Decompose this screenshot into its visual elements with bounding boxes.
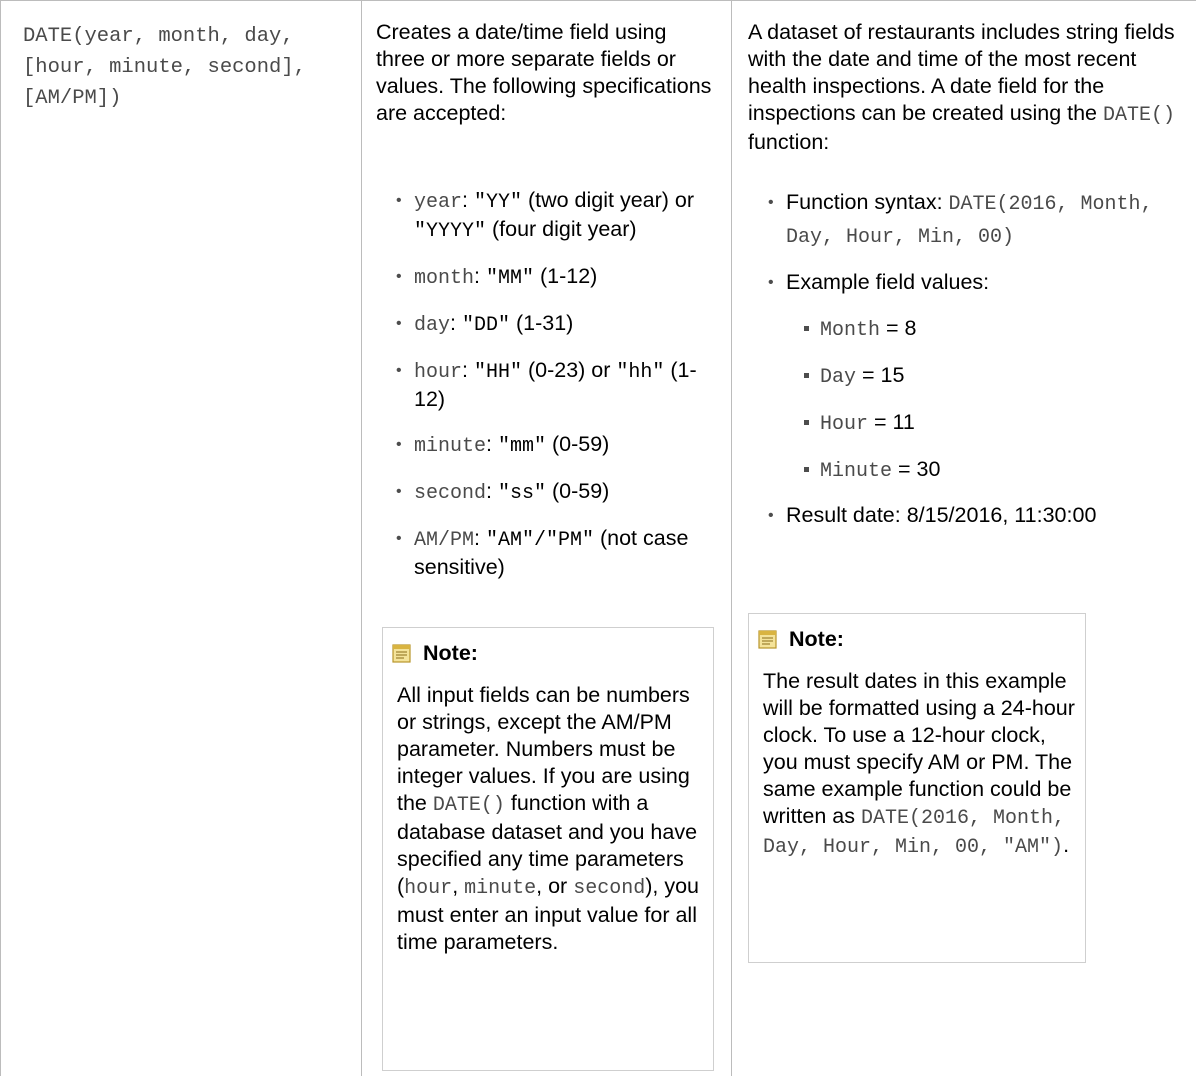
note-code: second: [573, 877, 646, 900]
spec-v1: "mm": [497, 435, 546, 458]
spec-v1: "AM"/"PM": [485, 529, 594, 552]
example-cell: A dataset of restaurants includes string…: [732, 1, 1196, 1076]
spec-key: hour: [414, 361, 463, 384]
spec-v2: "hh": [616, 361, 665, 384]
field-value-item: Month = 8: [804, 312, 1184, 347]
field-eq: =: [856, 363, 881, 387]
note-text-part: .: [1063, 833, 1070, 857]
function-table-row: DATE(year, month, day, [hour, minute, se…: [0, 0, 1196, 1076]
spec-item: day: "DD" (1-31): [392, 310, 712, 339]
spec-key: AM/PM: [414, 529, 475, 552]
result-date: Result date: 8/15/2016, 11:30:00: [786, 503, 1097, 527]
example-intro-text: function:: [748, 130, 830, 154]
spec-key: second: [414, 482, 487, 505]
example-note: Note: The result dates in this example w…: [748, 613, 1086, 963]
values-label: Example field values:: [786, 270, 990, 294]
list-item: Function syntax: DATE(2016, Month, Day, …: [764, 187, 1184, 253]
spec-item: AM/PM: "AM"/"PM" (not case sensitive): [392, 525, 712, 581]
note-header: Note:: [757, 626, 844, 652]
spec-item: month: "MM" (1-12): [392, 263, 712, 292]
note-code: minute: [464, 877, 537, 900]
field-eq: =: [892, 457, 917, 481]
spec-sep: :: [462, 358, 474, 382]
spec-t1: (two digit year) or: [521, 188, 695, 212]
field-name: Hour: [820, 413, 869, 436]
spec-t1: (0-23) or: [521, 358, 617, 382]
spec-sep: :: [486, 432, 498, 456]
spec-sep: :: [474, 264, 486, 288]
example-intro: A dataset of restaurants includes string…: [748, 19, 1188, 156]
field-value-item: Minute = 30: [804, 453, 1184, 488]
note-text: All input fields can be numbers or strin…: [397, 682, 705, 956]
field-name: Month: [820, 319, 881, 342]
field-val: 8: [904, 316, 917, 340]
field-name: Day: [820, 366, 857, 389]
note-code: hour: [404, 877, 453, 900]
spec-item: hour: "HH" (0-23) or "hh" (1-12): [392, 357, 712, 413]
field-val: 30: [916, 457, 941, 481]
note-code: DATE(): [432, 794, 505, 817]
note-text-part: ,: [452, 874, 465, 898]
field-value-item: Day = 15: [804, 359, 1184, 394]
spec-t2: (four digit year): [486, 217, 637, 241]
spec-sep: :: [474, 526, 486, 550]
field-value-item: Hour = 11: [804, 406, 1184, 441]
spec-v1: "ss": [497, 482, 546, 505]
spec-key: minute: [414, 435, 487, 458]
note-title: Note:: [423, 641, 478, 665]
description-note: Note: All input fields can be numbers or…: [382, 627, 714, 1071]
example-intro-code: DATE(): [1102, 104, 1175, 127]
spec-t1: (1-31): [509, 311, 574, 335]
spec-v2: "YYYY": [414, 220, 487, 243]
description-cell: Creates a date/time field using three or…: [362, 1, 732, 1076]
syntax-label: Function syntax:: [786, 190, 949, 214]
spec-list: year: "YY" (two digit year) or "YYYY" (f…: [392, 187, 712, 599]
note-title: Note:: [789, 627, 844, 651]
spec-item: year: "YY" (two digit year) or "YYYY" (f…: [392, 187, 712, 245]
spec-item: second: "ss" (0-59): [392, 478, 712, 507]
spec-t1: (0-59): [545, 432, 610, 456]
spec-v1: "MM": [485, 267, 534, 290]
spec-v1: "YY": [473, 191, 522, 214]
spec-key: year: [414, 191, 463, 214]
spec-v1: "DD": [461, 314, 510, 337]
spec-sep: :: [462, 188, 474, 212]
note-text: The result dates in this example will be…: [763, 668, 1077, 861]
spec-sep: :: [450, 311, 462, 335]
note-icon: [758, 630, 777, 649]
field-name: Minute: [820, 460, 893, 483]
list-item: Result date: 8/15/2016, 11:30:00: [764, 502, 1184, 529]
values-list: Month = 8 Day = 15 Hour = 11 Minute = 30: [804, 312, 1184, 488]
syntax-cell: DATE(year, month, day, [hour, minute, se…: [0, 1, 362, 1076]
spec-key: day: [414, 314, 451, 337]
field-eq: =: [880, 316, 905, 340]
note-header: Note:: [391, 640, 478, 666]
note-text-part: The result dates in this example will be…: [763, 669, 1075, 828]
note-icon: [392, 644, 411, 663]
field-val: 11: [892, 410, 915, 434]
spec-sep: :: [486, 479, 498, 503]
description-intro: Creates a date/time field using three or…: [376, 20, 712, 125]
spec-key: month: [414, 267, 475, 290]
spec-t1: (0-59): [545, 479, 610, 503]
list-item: Example field values: Month = 8 Day = 15 H…: [764, 267, 1184, 488]
note-text-part: , or: [536, 874, 574, 898]
spec-item: minute: "mm" (0-59): [392, 431, 712, 460]
example-list: Function syntax: DATE(2016, Month, Day, …: [764, 187, 1184, 543]
spec-v1: "HH": [473, 361, 522, 384]
field-val: 15: [880, 363, 905, 387]
function-syntax: DATE(year, month, day, [hour, minute, se…: [23, 25, 306, 110]
field-eq: =: [868, 410, 893, 434]
spec-t1: (1-12): [533, 264, 598, 288]
